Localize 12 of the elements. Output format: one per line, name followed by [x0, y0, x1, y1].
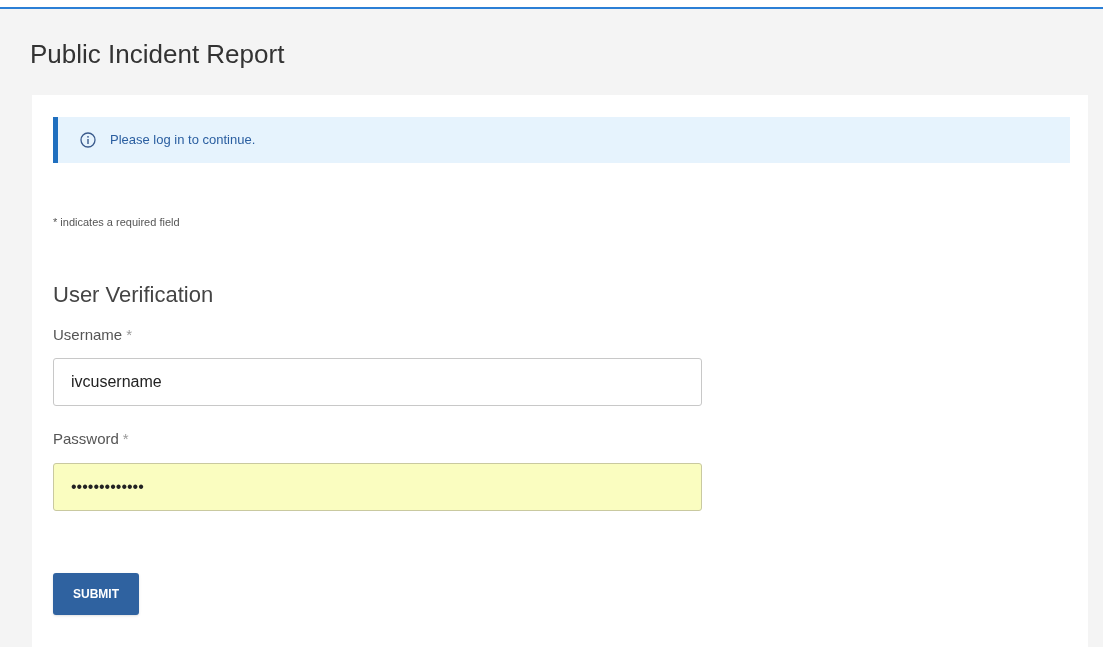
field-label: Password — [53, 429, 119, 449]
alert-message: Please log in to continue. — [110, 131, 256, 150]
text-field[interactable]: ivcusername — [53, 358, 702, 406]
required-asterisk: * — [122, 429, 129, 449]
required-note: * indicates a required field — [53, 215, 181, 230]
page-title: Public Incident Report — [30, 38, 286, 71]
submit-button[interactable]: SUBMIT — [53, 572, 139, 615]
field-label: Username — [53, 324, 123, 345]
section-title: User Verification — [53, 280, 215, 309]
info-icon — [80, 132, 96, 148]
required-asterisk: * — [126, 324, 133, 345]
text-field[interactable]: ••••••••••••• — [53, 462, 702, 511]
